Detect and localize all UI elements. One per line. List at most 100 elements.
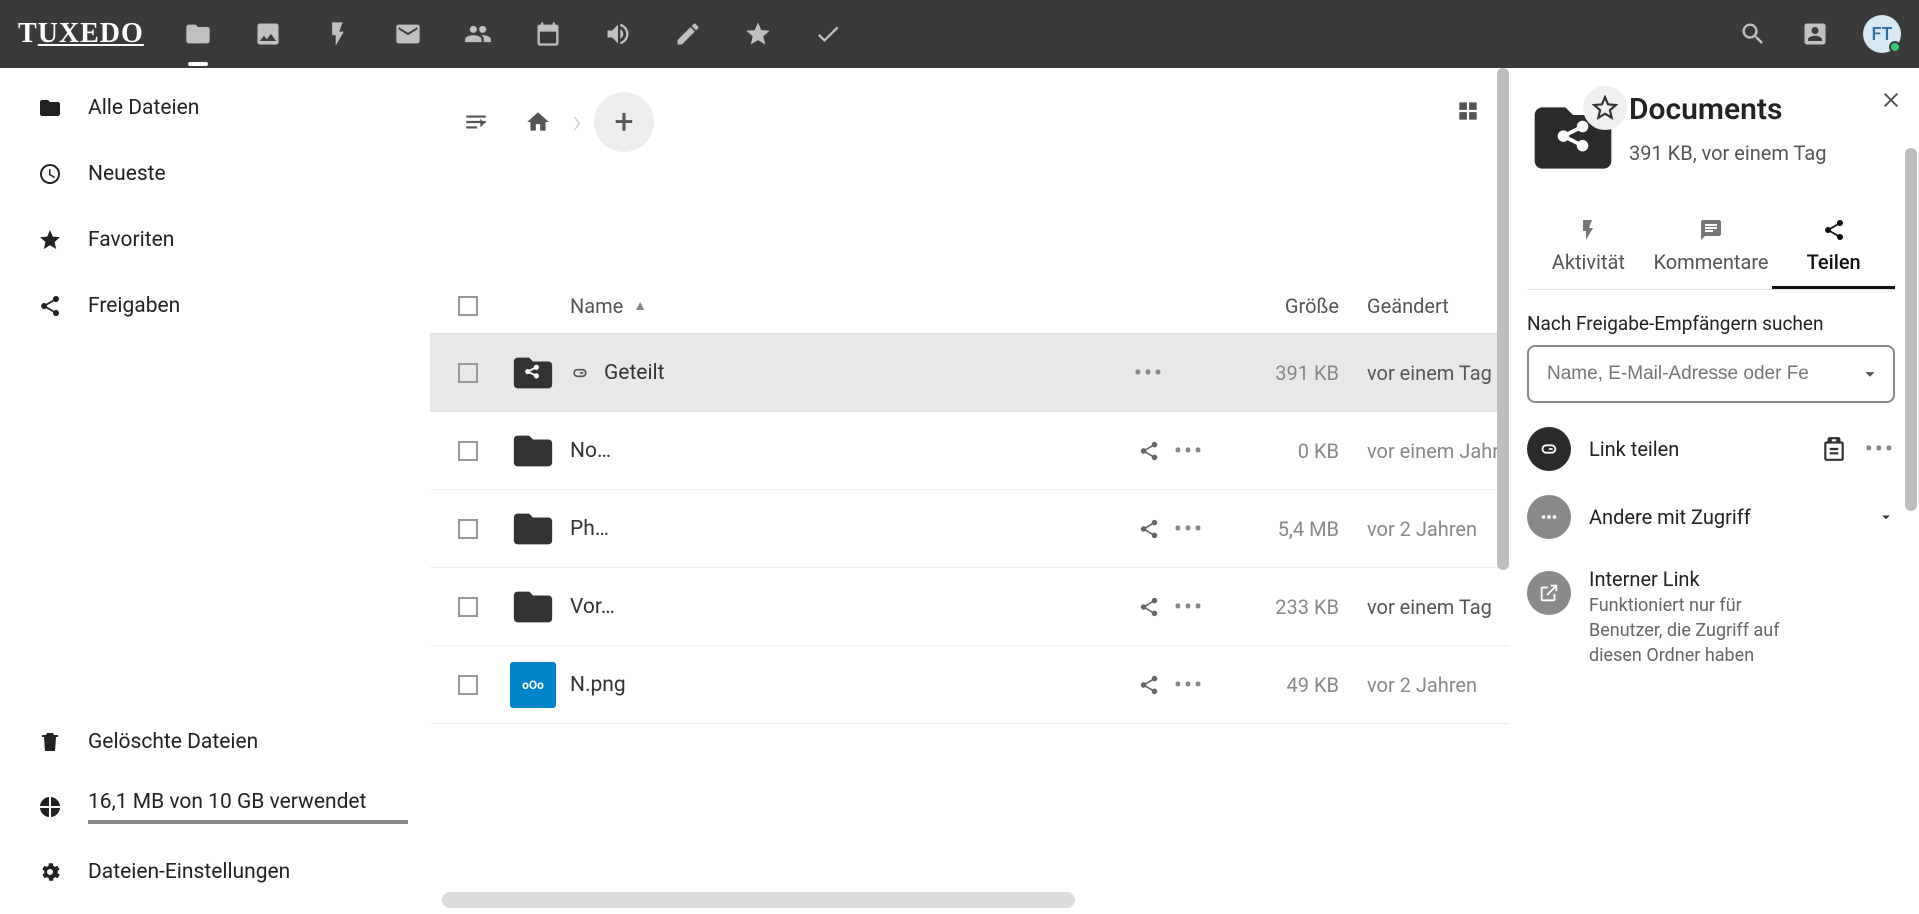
- share-icon: [38, 294, 62, 318]
- search-icon[interactable]: [1739, 20, 1767, 48]
- row-checkbox[interactable]: [458, 597, 478, 617]
- row-share-button[interactable]: [1129, 509, 1169, 549]
- clipboard-link-button[interactable]: [1821, 436, 1847, 462]
- breadcrumb-bar: › +: [430, 86, 1509, 158]
- talk-app-icon[interactable]: [604, 20, 632, 48]
- share-link-row: Link teilen •••: [1527, 427, 1895, 471]
- row-share-button[interactable]: [1129, 431, 1169, 471]
- row-more-button[interactable]: •••: [1129, 353, 1169, 393]
- mail-app-icon[interactable]: [394, 20, 422, 48]
- file-size: 0 KB: [1219, 439, 1349, 463]
- tab-share[interactable]: Teilen: [1772, 218, 1895, 289]
- folder-icon: [510, 506, 556, 552]
- contacts-menu-icon[interactable]: [1801, 20, 1829, 48]
- user-avatar[interactable]: FT: [1863, 15, 1901, 53]
- quota-bar: [88, 820, 408, 824]
- column-modified[interactable]: Geändert: [1349, 294, 1509, 318]
- details-vertical-scrollbar[interactable]: [1905, 148, 1917, 904]
- internal-link-row: Interner Link Funktioniert nur für Benut…: [1527, 567, 1895, 669]
- expand-others-button[interactable]: [1877, 508, 1895, 526]
- internal-link-sub: Funktioniert nur für Benutzer, die Zugri…: [1589, 593, 1819, 669]
- new-button[interactable]: +: [594, 92, 654, 152]
- grid-view-toggle[interactable]: [1455, 98, 1481, 124]
- file-size: 391 KB: [1219, 361, 1349, 385]
- file-size: 49 KB: [1219, 673, 1349, 697]
- tab-activity[interactable]: Aktivität: [1527, 218, 1650, 289]
- main-vertical-scrollbar[interactable]: [1497, 68, 1509, 904]
- file-name: Geteilt: [604, 361, 665, 385]
- sidebar-item-all-files[interactable]: Alle Dateien: [38, 96, 430, 120]
- share-link-more-button[interactable]: •••: [1865, 435, 1895, 463]
- row-share-button[interactable]: [1129, 665, 1169, 705]
- online-status-dot: [1889, 41, 1901, 53]
- contacts-app-icon[interactable]: [464, 20, 492, 48]
- row-more-button[interactable]: •••: [1169, 587, 1209, 627]
- sidebar-item-favorites[interactable]: Favoriten: [38, 228, 430, 252]
- share-search-label: Nach Freigabe-Empfängern suchen: [1527, 312, 1895, 335]
- trash-icon: [38, 730, 62, 754]
- select-all-checkbox[interactable]: [458, 296, 478, 316]
- row-checkbox[interactable]: [458, 363, 478, 383]
- favorite-toggle[interactable]: [1583, 86, 1627, 130]
- table-row[interactable]: Geteilt ••• 391 KBvor einem Tag: [430, 334, 1509, 412]
- row-more-button[interactable]: •••: [1169, 431, 1209, 471]
- table-row[interactable]: oOoN.png•••49 KBvor 2 Jahren: [430, 646, 1509, 724]
- calendar-app-icon[interactable]: [534, 20, 562, 48]
- row-checkbox[interactable]: [458, 519, 478, 539]
- close-details-button[interactable]: [1879, 88, 1903, 112]
- horizontal-scrollbar[interactable]: [442, 892, 1497, 908]
- file-size: 233 KB: [1219, 595, 1349, 619]
- toggle-sidebar-button[interactable]: [454, 100, 498, 144]
- sidebar-settings[interactable]: Dateien-Einstellungen: [38, 860, 430, 884]
- sidebar-item-label: Favoriten: [88, 228, 174, 252]
- sidebar-trash[interactable]: Gelöschte Dateien: [38, 730, 430, 754]
- photos-app-icon[interactable]: [254, 20, 282, 48]
- share-others-row[interactable]: Andere mit Zugriff: [1527, 495, 1895, 539]
- row-checkbox[interactable]: [458, 675, 478, 695]
- share-search-input[interactable]: [1527, 345, 1895, 403]
- folder-shared-icon: [510, 350, 556, 396]
- file-modified: vor einem Jahr: [1349, 439, 1509, 463]
- file-name: N.png: [570, 673, 626, 697]
- favorites-app-icon[interactable]: [744, 20, 772, 48]
- link-icon: [570, 363, 590, 383]
- home-breadcrumb[interactable]: [516, 100, 560, 144]
- table-row[interactable]: No…•••0 KBvor einem Jahr: [430, 412, 1509, 490]
- column-name[interactable]: Name ▲: [570, 294, 1129, 318]
- details-meta: 391 KB, vor einem Tag: [1629, 141, 1826, 165]
- column-size[interactable]: Größe: [1219, 294, 1349, 318]
- files-app-icon[interactable]: [184, 20, 212, 48]
- sidebar-item-shares[interactable]: Freigaben: [38, 294, 430, 318]
- brand-logo: TUXEDO: [18, 18, 144, 50]
- table-row[interactable]: Vor…•••233 KBvor einem Tag: [430, 568, 1509, 646]
- share-link-label: Link teilen: [1589, 437, 1803, 461]
- gear-icon: [38, 860, 62, 884]
- sidebar-trash-label: Gelöschte Dateien: [88, 730, 258, 754]
- tab-comments[interactable]: Kommentare: [1650, 218, 1773, 289]
- row-more-button[interactable]: •••: [1169, 665, 1209, 705]
- sidebar-item-label: Alle Dateien: [88, 96, 199, 120]
- left-sidebar: Alle Dateien Neueste Favoriten Freigaben…: [0, 68, 430, 914]
- sidebar-item-label: Freigaben: [88, 294, 180, 318]
- star-icon: [38, 228, 62, 252]
- notes-app-icon[interactable]: [674, 20, 702, 48]
- breadcrumb-separator: ›: [572, 102, 582, 142]
- top-bar: TUXEDO FT: [0, 0, 1919, 68]
- row-share-button[interactable]: [1129, 587, 1169, 627]
- row-more-button[interactable]: •••: [1169, 509, 1209, 549]
- activity-app-icon[interactable]: [324, 20, 352, 48]
- tasks-app-icon[interactable]: [814, 20, 842, 48]
- folder-icon: [38, 96, 62, 120]
- file-table: Name ▲ Größe Geändert Geteilt•••391 KBvo…: [430, 278, 1509, 724]
- more-horizontal-icon: [1527, 495, 1571, 539]
- pie-icon: [38, 795, 62, 819]
- table-row[interactable]: Ph…•••5,4 MBvor 2 Jahren: [430, 490, 1509, 568]
- sidebar-item-label: Neueste: [88, 162, 166, 186]
- file-modified: vor einem Tag: [1349, 361, 1509, 385]
- row-checkbox[interactable]: [458, 441, 478, 461]
- folder-icon: [510, 584, 556, 630]
- sidebar-item-recent[interactable]: Neueste: [38, 162, 430, 186]
- link-icon: [1527, 427, 1571, 471]
- avatar-initials: FT: [1871, 24, 1892, 45]
- clock-icon: [38, 162, 62, 186]
